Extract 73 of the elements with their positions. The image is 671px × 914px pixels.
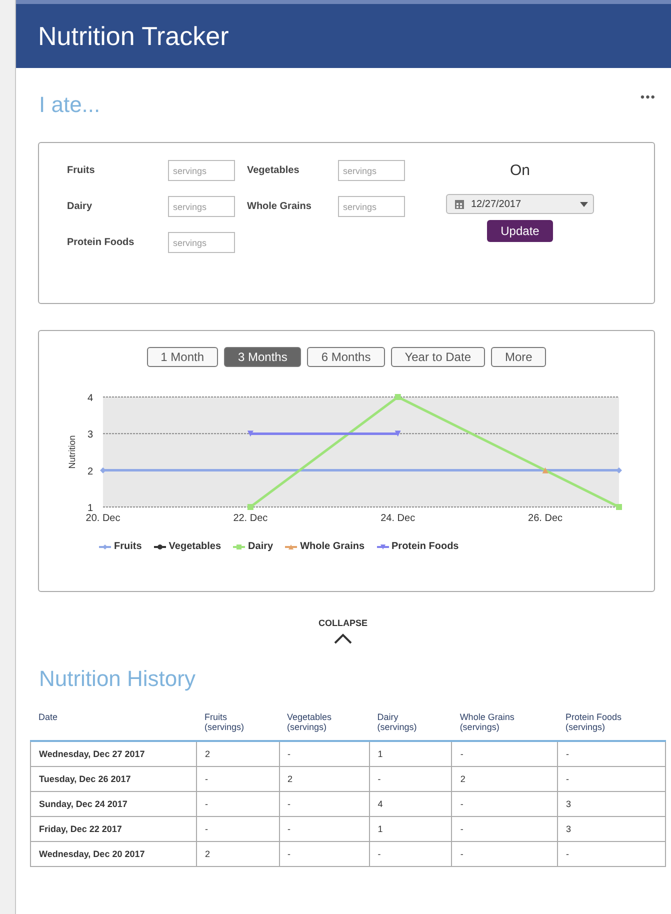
table-cell: 4 xyxy=(369,792,452,816)
x-tick-label: 26. Dec xyxy=(528,513,563,524)
table-cell: 2 xyxy=(452,766,558,792)
y-tick-label: 1 xyxy=(87,503,93,514)
y-tick-label: 3 xyxy=(87,430,93,441)
x-tick-label: 24. Dec xyxy=(380,513,416,524)
field-label: Fruits xyxy=(67,165,96,176)
table-cell: - xyxy=(369,766,452,792)
servings-field[interactable]: servings xyxy=(168,160,235,181)
table-cell: Sunday, Dec 24 2017 xyxy=(30,792,196,816)
column-header: Vegetables (servings) xyxy=(279,708,370,741)
servings-field[interactable]: servings xyxy=(168,232,235,253)
table-cell: 2 xyxy=(196,741,280,766)
table-cell: - xyxy=(557,842,666,866)
field-label: Protein Foods xyxy=(67,237,136,248)
x-tick-label: 22. Dec xyxy=(233,513,268,524)
servings-field[interactable]: servings xyxy=(338,196,405,217)
table-cell: 3 xyxy=(557,792,666,816)
table-cell: 1 xyxy=(369,816,452,842)
range-button[interactable]: 3 Months xyxy=(224,347,302,367)
table-cell: - xyxy=(452,741,558,766)
column-header: Date xyxy=(30,708,196,741)
table-cell: - xyxy=(196,816,280,842)
history-title: Nutrition History xyxy=(39,666,196,692)
servings-field[interactable]: servings xyxy=(168,196,235,217)
collapse-button[interactable]: COLLAPSE xyxy=(318,618,368,628)
update-button[interactable]: Update xyxy=(486,220,554,242)
table-cell: 2 xyxy=(196,842,280,866)
table-cell: - xyxy=(369,842,452,866)
table-cell: Friday, Dec 22 2017 xyxy=(30,816,196,842)
legend-item[interactable]: Vegetables xyxy=(154,541,222,552)
servings-field[interactable]: servings xyxy=(338,160,405,181)
table-cell: - xyxy=(452,792,558,816)
column-header: Protein Foods (servings) xyxy=(557,708,666,741)
field-label: Vegetables xyxy=(246,165,300,176)
y-tick-label: 2 xyxy=(87,466,93,478)
table-cell: - xyxy=(557,741,666,766)
y-tick-label: 4 xyxy=(87,393,93,404)
table-cell: Wednesday, Dec 27 2017 xyxy=(30,741,196,766)
y-axis-title: Nutrition xyxy=(67,435,77,469)
range-button[interactable]: 1 Month xyxy=(146,347,218,367)
table-cell: Wednesday, Dec 20 2017 xyxy=(30,842,196,866)
legend-item[interactable]: Dairy xyxy=(233,541,274,552)
table-cell: - xyxy=(196,766,280,792)
table-cell: - xyxy=(279,792,370,816)
range-button[interactable]: More xyxy=(491,347,546,367)
table-cell: - xyxy=(196,792,280,816)
app-title: Nutrition Tracker xyxy=(38,20,229,52)
section-title: I ate... xyxy=(39,92,100,118)
table-cell: - xyxy=(452,816,558,842)
more-menu-button[interactable]: ••• xyxy=(640,90,656,104)
x-tick-label: 20. Dec xyxy=(86,513,120,524)
legend-item[interactable]: Whole Grains xyxy=(285,541,365,552)
table-cell: - xyxy=(279,741,370,766)
column-header: Dairy (servings) xyxy=(369,708,452,741)
field-label: Whole Grains xyxy=(246,201,312,212)
column-header: Whole Grains (servings) xyxy=(452,708,558,741)
table-cell: - xyxy=(557,766,666,792)
table-cell: - xyxy=(279,842,370,866)
range-button[interactable]: Year to Date xyxy=(390,347,485,367)
field-label: Dairy xyxy=(67,201,94,212)
column-header: Fruits (servings) xyxy=(196,708,280,741)
table-cell: 1 xyxy=(369,741,452,766)
table-cell: 3 xyxy=(557,816,666,842)
table-cell: Tuesday, Dec 26 2017 xyxy=(30,766,196,792)
legend-item[interactable]: Fruits xyxy=(99,541,142,552)
range-button[interactable]: 6 Months xyxy=(307,347,385,367)
legend-item[interactable]: Protein Foods xyxy=(376,541,459,552)
table-cell: 2 xyxy=(279,766,370,792)
table-cell: - xyxy=(279,816,370,842)
date-dropdown[interactable]: 12/27/2017 xyxy=(446,194,594,214)
table-cell: - xyxy=(452,842,558,866)
on-label: On xyxy=(510,162,530,181)
